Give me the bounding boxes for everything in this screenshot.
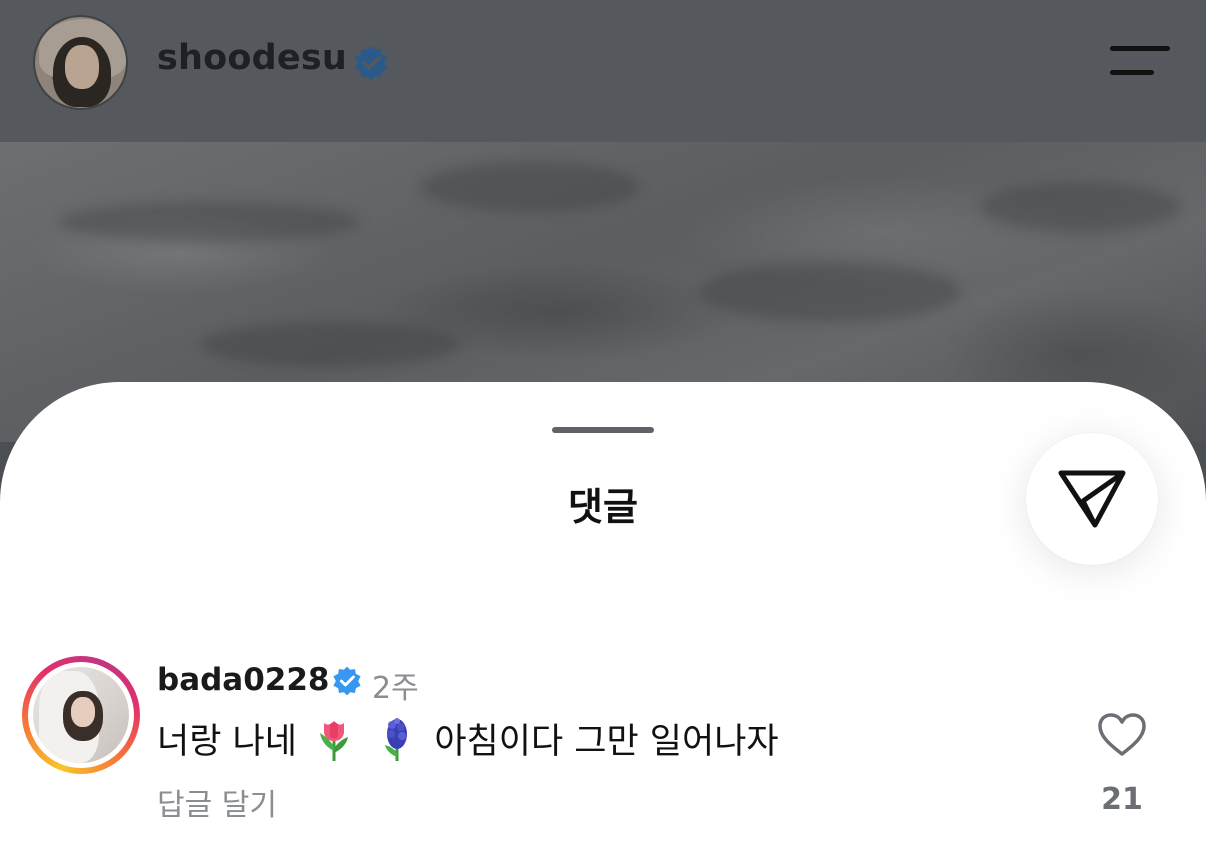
verified-badge-icon (333, 666, 361, 696)
like-heart-icon[interactable] (1097, 712, 1147, 758)
comment-text-part1: 너랑 나네 (157, 722, 297, 762)
profile-avatar[interactable] (33, 15, 128, 110)
comment-avatar[interactable] (22, 656, 140, 774)
share-button[interactable] (1026, 433, 1158, 565)
sheet-title: 댓글 (568, 485, 638, 529)
send-icon (1058, 470, 1126, 528)
comment-timestamp: 2주 (372, 671, 419, 706)
like-count: 21 (1101, 782, 1143, 817)
hyacinth-emoji-icon (385, 718, 408, 761)
comment-text-part2: 아침이다 그만 일어나자 (434, 722, 779, 762)
profile-username[interactable]: shoodesu (157, 38, 347, 78)
comments-sheet: 댓글 bada0228 2주 너랑 나네 아침이다 그만 일어나자 답글 달기 … (0, 382, 1206, 854)
profile-header: shoodesu (0, 0, 1206, 142)
comment-username[interactable]: bada0228 (157, 662, 330, 698)
tulip-emoji-icon (320, 721, 349, 761)
verified-badge-icon (354, 45, 388, 81)
drag-handle[interactable] (552, 427, 654, 433)
hamburger-menu-icon[interactable] (1110, 44, 1170, 78)
reply-button[interactable]: 답글 달기 (157, 780, 277, 824)
avatar-face (65, 45, 99, 89)
comment-text: 너랑 나네 아침이다 그만 일어나자 (157, 713, 779, 764)
